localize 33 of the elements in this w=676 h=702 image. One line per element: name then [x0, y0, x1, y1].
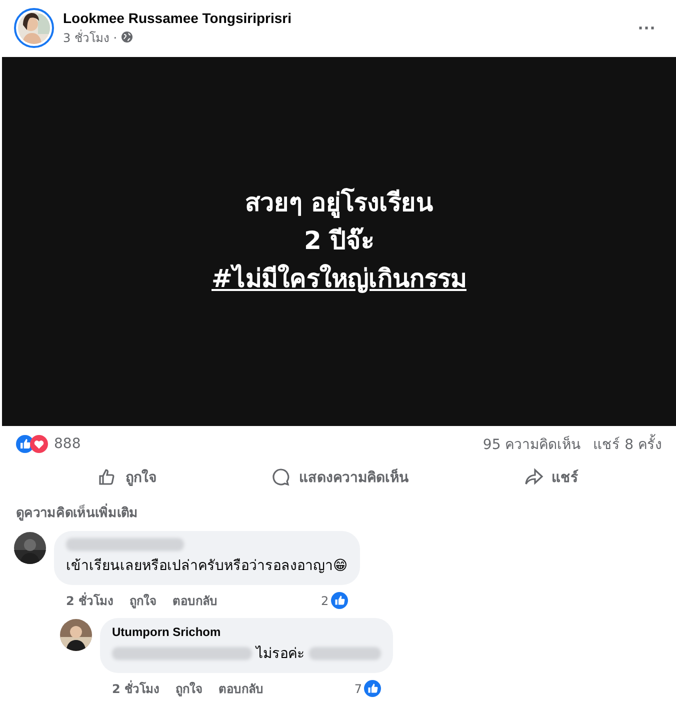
- view-more-comments-link[interactable]: ดูความคิดเห็นเพิ่มเติม: [0, 492, 676, 531]
- speech-bubble-icon: [270, 466, 291, 487]
- like-icon: [364, 680, 381, 697]
- reply-link[interactable]: ตอบกลับ: [218, 679, 264, 698]
- reply-link[interactable]: ตอบกลับ: [172, 591, 218, 610]
- like-icon: [330, 592, 348, 609]
- more-options-button[interactable]: ···: [632, 18, 662, 39]
- like-link[interactable]: ถูกใจ: [130, 591, 157, 610]
- like-count: 7: [354, 682, 362, 696]
- comment-button[interactable]: แสดงความคิดเห็น: [264, 464, 415, 489]
- like-count: 2: [320, 594, 329, 608]
- comment-count[interactable]: 95 ความคิดเห็น: [482, 432, 582, 455]
- comment-text: ไม่รอค่ะ: [256, 644, 305, 664]
- comment-time[interactable]: 2 ชั่วโมง: [112, 679, 160, 698]
- post-text-line: 2 ปีจ๊ะ: [304, 225, 374, 258]
- comment-time[interactable]: 2 ชั่วโมง: [66, 591, 114, 610]
- avatar[interactable]: [14, 532, 46, 564]
- avatar[interactable]: [60, 619, 92, 651]
- reaction-count[interactable]: 888: [54, 436, 81, 452]
- globe-icon: [121, 31, 134, 44]
- share-count[interactable]: แชร์ 8 ครั้ง: [593, 432, 662, 455]
- like-link[interactable]: ถูกใจ: [176, 679, 203, 698]
- share-arrow-icon: [524, 466, 544, 487]
- like-button[interactable]: ถูกใจ: [91, 464, 162, 489]
- redacted-text: [309, 646, 381, 660]
- hashtag[interactable]: #ไม่มีใครใหญ่เกินกรรม: [212, 261, 466, 298]
- comment-text: เข้าเรียนเลยหรือเปล่าครับหรือว่ารอลงอาญา😁: [66, 557, 348, 576]
- profile-avatar[interactable]: [14, 8, 54, 48]
- post-time[interactable]: 3 ชั่วโมง ·: [63, 28, 118, 47]
- post-text-line: สวยๆ อยู่โรงเรียน: [245, 186, 433, 220]
- comment-author[interactable]: Utumporn Srichom: [112, 625, 381, 639]
- author-name[interactable]: Lookmee Russamee Tongsiriprisri: [63, 10, 624, 26]
- share-button[interactable]: แชร์: [518, 464, 585, 489]
